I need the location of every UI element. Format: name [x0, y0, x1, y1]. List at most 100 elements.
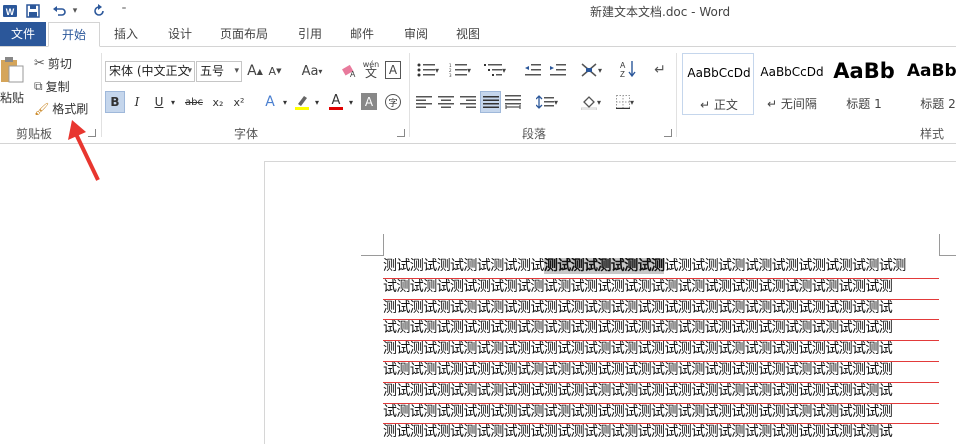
style-name: ↵ 无间隔: [767, 97, 817, 111]
subscript-button[interactable]: x₂: [208, 91, 228, 113]
asian-layout-button[interactable]: ▾: [576, 59, 606, 81]
svg-text:A: A: [350, 70, 356, 78]
style-heading-2[interactable]: AaBbC 标题 2: [902, 53, 956, 115]
style-normal[interactable]: AaBbCcDd ↵ 正文: [682, 53, 754, 115]
text-line[interactable]: 测试测试测试测试测试测试测试测试测试测试测试测试测试测试测试测试测试测试测试: [383, 300, 939, 321]
text-line[interactable]: 测试测试测试测试测试测试测试测试测试测试测试测试测试测试测试测试测试测试测试: [383, 383, 939, 404]
style-heading-1[interactable]: AaBb 标题 1: [828, 53, 900, 115]
underline-button[interactable]: U: [149, 91, 169, 113]
customize-qat-icon[interactable]: ⁼: [118, 2, 130, 20]
format-painter-button[interactable]: 🖌 格式刷: [34, 100, 88, 117]
tab-view[interactable]: 视图: [448, 22, 488, 46]
text-line[interactable]: 试测试测试测试测试测试测试测试测试测试测试测试测试测试测试测试测试测试测试测: [383, 362, 939, 383]
text-line[interactable]: 测试测试测试测试测试测试测试测试测试测试测试测试测试测试测试测试测试测试测试: [383, 424, 939, 444]
enclose-characters-button[interactable]: 字: [383, 91, 403, 113]
shrink-font-button[interactable]: A ▼: [267, 61, 283, 81]
line-spacing-icon: [535, 95, 554, 109]
paste-icon[interactable]: [0, 55, 26, 85]
text-line[interactable]: 试测试测试测试测试测试测试测试测试测试测试测试测试测试测试测试测试测试测试测: [383, 404, 939, 425]
bullets-button[interactable]: ▾: [414, 59, 442, 81]
change-case-button[interactable]: Aa ▾: [297, 61, 327, 81]
scissors-icon: ✂: [34, 56, 45, 71]
tab-insert[interactable]: 插入: [106, 22, 146, 46]
tab-design[interactable]: 设计: [160, 22, 200, 46]
redo-icon[interactable]: [90, 2, 108, 20]
bold-button[interactable]: B: [105, 91, 125, 113]
increase-indent-icon[interactable]: [547, 59, 569, 81]
tab-home[interactable]: 开始: [48, 22, 100, 47]
font-color-button[interactable]: A: [326, 91, 346, 113]
tab-references[interactable]: 引用: [290, 22, 330, 46]
phonetic-guide-button[interactable]: wén 文: [362, 57, 380, 81]
tab-page-layout[interactable]: 页面布局: [212, 22, 276, 46]
copy-label: 复制: [45, 80, 70, 94]
justify-icon[interactable]: [480, 91, 501, 113]
align-center-icon[interactable]: [436, 91, 456, 113]
grow-font-button[interactable]: A ▲: [247, 61, 263, 81]
borders-icon: [615, 95, 630, 109]
word-logo-icon[interactable]: W: [2, 2, 18, 20]
multilevel-list-button[interactable]: ▾: [478, 59, 512, 81]
superscript-button[interactable]: x²: [229, 91, 249, 113]
styles-group-label: 样式: [920, 127, 945, 141]
text-effects-button[interactable]: A: [260, 91, 280, 113]
enclose-characters-icon: 字: [385, 94, 401, 110]
undo-dropdown-icon[interactable]: ▾: [70, 2, 80, 20]
selected-text[interactable]: 测试测试测试测试测: [543, 258, 665, 274]
copy-icon: ⧉: [34, 79, 43, 93]
decrease-indent-icon[interactable]: [522, 59, 544, 81]
style-name: 标题 1: [846, 97, 882, 111]
save-icon[interactable]: [24, 2, 42, 20]
copy-button[interactable]: ⧉ 复制: [34, 78, 70, 95]
clear-formatting-icon[interactable]: A: [340, 61, 358, 81]
borders-button[interactable]: ▾: [610, 91, 640, 113]
ribbon-tabs: 文件 开始 插入 设计 页面布局 引用 邮件 审阅 视图: [0, 22, 956, 47]
underline-dropdown-icon[interactable]: ▾: [167, 91, 179, 113]
undo-icon[interactable]: [50, 2, 68, 20]
font-size-combo[interactable]: 五号 ▾: [196, 61, 242, 82]
cut-label: 剪切: [47, 57, 72, 71]
text-line[interactable]: 试测试测试测试测试测试测试测试测试测试测试测试测试测试测试测试测试测试测试测: [383, 279, 939, 300]
show-formatting-marks-icon[interactable]: ↵: [650, 59, 670, 81]
bold-icon: B: [110, 95, 120, 109]
font-launcher-icon[interactable]: [397, 129, 405, 137]
distributed-icon[interactable]: [503, 91, 523, 113]
font-color-dropdown-icon[interactable]: ▾: [345, 91, 357, 113]
highlighter-icon: [295, 96, 309, 110]
character-shading-button[interactable]: A: [361, 93, 377, 110]
text-line[interactable]: 测试测试测试测试测试测试测试测试测试测试测试测试测试测试测试测试测试测试测试测: [383, 258, 939, 279]
highlight-dropdown-icon[interactable]: ▾: [311, 91, 323, 113]
highlight-button[interactable]: [292, 91, 312, 113]
text-line[interactable]: 测试测试测试测试测试测试测试测试测试测试测试测试测试测试测试测试测试测试测试: [383, 341, 939, 362]
character-border-button[interactable]: A: [385, 61, 401, 79]
numbering-button[interactable]: 1 2 3 ▾: [446, 59, 474, 81]
crop-mark: [361, 255, 383, 256]
italic-button[interactable]: I: [127, 91, 147, 113]
font-name-value: 宋体 (中文正文: [109, 64, 190, 78]
paragraph-launcher-icon[interactable]: [664, 129, 672, 137]
document-body-text[interactable]: 测试测试测试测试测试测试测试测试测试测试测试测试测试测试测试测试测试测试测试测 …: [383, 258, 939, 444]
sort-icon[interactable]: AZ: [618, 57, 638, 81]
grow-font-icon: A: [247, 63, 257, 79]
subscript-icon: x₂: [212, 95, 224, 109]
paste-button[interactable]: 粘贴: [0, 89, 24, 106]
style-name: ↵ 正文: [700, 98, 738, 112]
tab-review[interactable]: 审阅: [396, 22, 436, 46]
tab-mailings[interactable]: 邮件: [342, 22, 382, 46]
shading-button[interactable]: ▾: [576, 91, 606, 113]
crop-mark: [939, 255, 956, 256]
strikethrough-button[interactable]: abc: [183, 91, 205, 113]
chevron-down-icon: ▾: [187, 66, 192, 76]
numbering-icon: 123: [449, 63, 467, 77]
line-spacing-button[interactable]: ▾: [532, 91, 562, 113]
align-left-icon[interactable]: [414, 91, 434, 113]
align-right-icon[interactable]: [458, 91, 478, 113]
style-no-spacing[interactable]: AaBbCcDd ↵ 无间隔: [756, 53, 828, 115]
tab-file[interactable]: 文件: [0, 22, 46, 46]
text-line[interactable]: 试测试测试测试测试测试测试测试测试测试测试测试测试测试测试测试测试测试测试测: [383, 320, 939, 342]
text-effects-dropdown-icon[interactable]: ▾: [279, 91, 291, 113]
cut-button[interactable]: ✂ 剪切: [34, 55, 72, 72]
format-painter-label: 格式刷: [52, 102, 89, 116]
font-name-combo[interactable]: 宋体 (中文正文 ▾: [105, 61, 195, 82]
svg-text:A: A: [620, 61, 626, 70]
